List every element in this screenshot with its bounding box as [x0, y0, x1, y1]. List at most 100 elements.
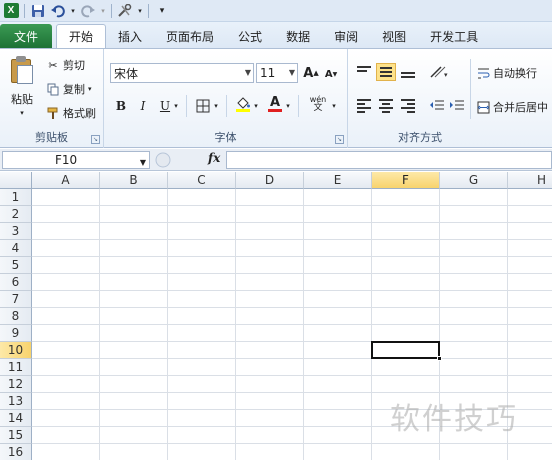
row-header-2[interactable]: 2 — [0, 206, 32, 223]
select-all-corner[interactable] — [0, 172, 32, 189]
tab-file[interactable]: 文件 — [0, 24, 52, 48]
font-size-value: 11 — [260, 66, 276, 80]
column-header-c[interactable]: C — [168, 172, 236, 189]
undo-icon[interactable] — [49, 2, 67, 20]
increase-indent-icon[interactable] — [448, 97, 466, 115]
align-top-icon[interactable] — [354, 63, 374, 81]
excel-logo-icon[interactable]: X — [2, 2, 20, 20]
row-header-8[interactable]: 8 — [0, 308, 32, 325]
fill-handle[interactable] — [437, 356, 442, 361]
undo-dropdown-icon[interactable]: ▾ — [69, 2, 77, 20]
wrap-text-button[interactable]: 自动换行 — [476, 65, 537, 81]
column-header-f[interactable]: F — [372, 172, 440, 189]
bold-button[interactable]: B — [112, 97, 130, 115]
row-header-6[interactable]: 6 — [0, 274, 32, 291]
align-right-icon[interactable] — [398, 97, 418, 115]
align-middle-icon[interactable] — [376, 63, 396, 81]
excel-logo-letter: X — [3, 3, 19, 18]
column-header-a[interactable]: A — [32, 172, 100, 189]
column-header-b[interactable]: B — [100, 172, 168, 189]
underline-dropdown-icon[interactable]: ▾ — [172, 97, 180, 115]
row-header-4[interactable]: 4 — [0, 240, 32, 257]
format-painter-button[interactable]: 格式刷 — [46, 105, 96, 121]
paste-icon — [9, 55, 35, 85]
tab-page-layout[interactable]: 页面布局 — [154, 24, 226, 48]
font-separator-2 — [226, 95, 227, 117]
row-header-16[interactable]: 16 — [0, 444, 32, 460]
row-header-5[interactable]: 5 — [0, 257, 32, 274]
tab-view[interactable]: 视图 — [370, 24, 418, 48]
active-cell[interactable] — [371, 341, 440, 359]
italic-button[interactable]: I — [134, 97, 152, 115]
merge-center-button[interactable]: 合并后居中 — [476, 99, 548, 115]
align-bottom-icon[interactable] — [398, 63, 418, 81]
row-gridline — [32, 341, 552, 342]
row-header-13[interactable]: 13 — [0, 393, 32, 410]
copy-button[interactable]: 复制 ▾ — [46, 81, 92, 97]
font-name-select[interactable]: 宋体 ▼ — [110, 63, 254, 83]
column-header-h[interactable]: H — [508, 172, 552, 189]
align-left-icon[interactable] — [354, 97, 374, 115]
font-size-select[interactable]: 11 ▼ — [256, 63, 298, 83]
row-gridline — [32, 273, 552, 274]
tools-dropdown-icon[interactable]: ▾ — [136, 2, 144, 20]
customize-icon[interactable]: ▾ — [153, 2, 171, 20]
tab-developer[interactable]: 开发工具 — [418, 24, 490, 48]
orientation-icon[interactable]: ▾ — [428, 63, 452, 81]
row-header-3[interactable]: 3 — [0, 223, 32, 240]
tools-icon[interactable] — [116, 2, 134, 20]
fill-color-dropdown-icon[interactable]: ▾ — [252, 97, 260, 115]
paste-dropdown-icon[interactable]: ▾ — [20, 109, 24, 117]
column-header-g[interactable]: G — [440, 172, 508, 189]
column-header-d[interactable]: D — [236, 172, 304, 189]
borders-button[interactable] — [194, 97, 212, 115]
row-header-9[interactable]: 9 — [0, 325, 32, 342]
row-header-15[interactable]: 15 — [0, 427, 32, 444]
redo-dropdown-icon[interactable]: ▾ — [99, 2, 107, 20]
save-icon[interactable] — [29, 2, 47, 20]
row-header-11[interactable]: 11 — [0, 359, 32, 376]
row-header-1[interactable]: 1 — [0, 189, 32, 206]
row-header-14[interactable]: 14 — [0, 410, 32, 427]
phonetic-button[interactable]: wén 文 — [306, 95, 330, 113]
copy-dropdown-icon[interactable]: ▾ — [88, 85, 92, 93]
insert-function-button[interactable]: fx — [208, 151, 220, 165]
borders-icon — [196, 99, 210, 113]
column-header-e[interactable]: E — [304, 172, 372, 189]
copy-label: 复制 — [63, 83, 85, 96]
shrink-font-button[interactable]: A ▼ — [322, 65, 340, 83]
tab-insert[interactable]: 插入 — [106, 24, 154, 48]
row-header-7[interactable]: 7 — [0, 291, 32, 308]
phonetic-icon: 文 — [313, 102, 323, 113]
paint-bucket-icon — [237, 96, 250, 109]
font-color-dropdown-icon[interactable]: ▾ — [284, 97, 292, 115]
tab-formulas[interactable]: 公式 — [226, 24, 274, 48]
phonetic-dropdown-icon[interactable]: ▾ — [330, 97, 338, 115]
font-color-button[interactable]: A — [266, 95, 284, 113]
row-gridline — [32, 239, 552, 240]
row-gridline — [32, 205, 552, 206]
font-name-value: 宋体 — [114, 66, 139, 81]
tab-data[interactable]: 数据 — [274, 24, 322, 48]
clipboard-launcher-icon[interactable]: ↘ — [91, 135, 100, 144]
row-header-10[interactable]: 10 — [0, 342, 32, 359]
format-painter-label: 格式刷 — [63, 107, 96, 120]
align-center-icon[interactable] — [376, 97, 396, 115]
cut-button[interactable]: ✂ 剪切 — [46, 57, 85, 73]
merge-center-label: 合并后居中 — [493, 101, 548, 114]
decrease-indent-icon[interactable] — [428, 97, 446, 115]
font-launcher-icon[interactable]: ↘ — [335, 135, 344, 144]
redo-icon[interactable] — [79, 2, 97, 20]
tab-home[interactable]: 开始 — [56, 24, 107, 48]
name-box[interactable]: F10 ▼ — [2, 151, 150, 169]
row-header-12[interactable]: 12 — [0, 376, 32, 393]
tab-review[interactable]: 审阅 — [322, 24, 370, 48]
paste-button[interactable]: 粘贴 ▾ — [6, 55, 38, 117]
svg-text:▾: ▾ — [444, 71, 448, 79]
grow-font-button[interactable]: A ▲ — [302, 64, 320, 82]
fill-color-button[interactable] — [234, 95, 252, 113]
chevron-down-icon: ▼ — [288, 68, 295, 77]
font-separator-3 — [298, 95, 299, 117]
formula-input[interactable] — [226, 151, 552, 169]
borders-dropdown-icon[interactable]: ▾ — [212, 97, 220, 115]
